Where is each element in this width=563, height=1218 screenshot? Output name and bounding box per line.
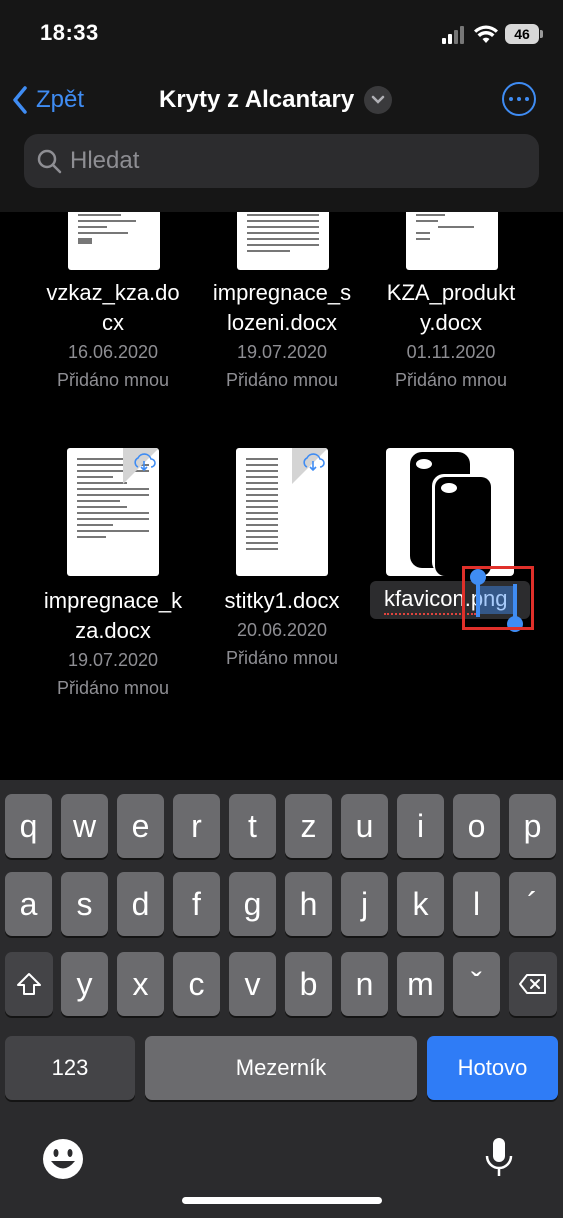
file-name: lozeni.docx — [226, 310, 338, 335]
shift-icon — [17, 973, 41, 995]
chevron-down-icon — [364, 86, 393, 114]
file-date: 16.06.2020 — [67, 342, 159, 362]
key-m[interactable]: m — [397, 952, 444, 1016]
file-name: cx — [102, 310, 124, 335]
search-input[interactable] — [70, 147, 490, 175]
file-name: impregnace_k — [43, 588, 183, 613]
home-indicator — [182, 1197, 382, 1204]
key-s[interactable]: s — [61, 872, 108, 936]
status-time: 18:33 — [40, 20, 99, 45]
file-owner: Přidáno mnou — [225, 370, 339, 390]
key-u[interactable]: u — [341, 794, 388, 858]
file-name: za.docx — [75, 618, 151, 643]
search-bar[interactable] — [24, 134, 539, 188]
search-icon — [37, 149, 62, 174]
file-owner: Přidáno mnou — [56, 370, 170, 390]
key-l[interactable]: l — [453, 872, 500, 936]
key-g[interactable]: g — [229, 872, 276, 936]
wifi-icon — [474, 25, 498, 43]
file-date: 20.06.2020 — [236, 620, 328, 640]
file-name: y.docx — [420, 310, 482, 335]
back-button[interactable]: Zpět — [12, 82, 84, 118]
key-c[interactable]: c — [173, 952, 220, 1016]
key-b[interactable]: b — [285, 952, 332, 1016]
file-date: 19.07.2020 — [67, 650, 159, 670]
file-name: impregnace_s — [212, 280, 352, 305]
file-date: 19.07.2020 — [236, 342, 328, 362]
key-j[interactable]: j — [341, 872, 388, 936]
battery-indicator: 46 — [505, 24, 543, 44]
key-v[interactable]: v — [229, 952, 276, 1016]
file-owner: Přidáno mnou — [225, 648, 339, 668]
file-item[interactable]: impregnace_k za.docx 19.07.2020 Přidáno … — [28, 586, 198, 702]
back-label: Zpět — [36, 86, 85, 113]
page-title: Kryty z Alcantary — [159, 86, 355, 113]
file-thumbnail[interactable] — [236, 448, 328, 576]
key-acute[interactable]: ´ — [509, 872, 556, 936]
key-o[interactable]: o — [453, 794, 500, 858]
header: 18:33 46 Zpět Kryty z Alcantary — [0, 0, 563, 212]
backspace-icon — [519, 974, 546, 994]
numbers-key[interactable]: 123 — [5, 1036, 135, 1100]
file-name: stitky1.docx — [224, 588, 340, 613]
cloud-download-icon — [303, 453, 325, 472]
microphone-icon[interactable] — [484, 1136, 514, 1180]
file-thumbnail[interactable] — [237, 212, 329, 270]
key-caron[interactable]: ˇ — [453, 952, 500, 1016]
key-q[interactable]: q — [5, 794, 52, 858]
phone-cases-image — [410, 452, 492, 576]
file-name: vzkaz_kza.do — [46, 280, 180, 305]
status-bar: 18:33 46 — [0, 0, 563, 70]
key-e[interactable]: e — [117, 794, 164, 858]
file-item[interactable]: impregnace_s lozeni.docx 19.07.2020 Přid… — [197, 278, 367, 394]
backspace-key[interactable] — [509, 952, 557, 1016]
key-d[interactable]: d — [117, 872, 164, 936]
file-owner: Přidáno mnou — [394, 370, 508, 390]
file-name: KZA_produkt — [386, 280, 516, 305]
file-thumbnail[interactable] — [406, 212, 498, 270]
file-owner: Přidáno mnou — [56, 678, 170, 698]
file-item[interactable]: KZA_produkt y.docx 01.11.2020 Přidáno mn… — [366, 278, 536, 394]
file-thumbnail[interactable] — [68, 212, 160, 270]
file-item[interactable]: vzkaz_kza.do cx 16.06.2020 Přidáno mnou — [28, 278, 198, 394]
more-options-button[interactable] — [502, 82, 536, 116]
file-item[interactable]: stitky1.docx 20.06.2020 Přidáno mnou — [197, 586, 367, 672]
space-key[interactable]: Mezerník — [145, 1036, 417, 1100]
key-r[interactable]: r — [173, 794, 220, 858]
key-t[interactable]: t — [229, 794, 276, 858]
shift-key[interactable] — [5, 952, 53, 1016]
key-k[interactable]: k — [397, 872, 444, 936]
highlight-callout-box — [462, 566, 534, 630]
key-n[interactable]: n — [341, 952, 388, 1016]
key-z[interactable]: z — [285, 794, 332, 858]
chevron-left-icon — [13, 86, 27, 114]
emoji-icon[interactable] — [42, 1138, 84, 1180]
ellipsis-icon — [509, 97, 513, 101]
nav-bar: Zpět Kryty z Alcantary — [0, 76, 563, 124]
key-h[interactable]: h — [285, 872, 332, 936]
file-thumbnail[interactable] — [67, 448, 159, 576]
file-date: 01.11.2020 — [406, 342, 496, 362]
key-f[interactable]: f — [173, 872, 220, 936]
key-p[interactable]: p — [509, 794, 556, 858]
cloud-download-icon — [134, 453, 156, 472]
key-i[interactable]: i — [397, 794, 444, 858]
image-thumbnail[interactable] — [386, 448, 514, 576]
key-x[interactable]: x — [117, 952, 164, 1016]
keyboard: q w e r t z u i o p a s d f g h j k l ´ … — [0, 780, 563, 1218]
done-key[interactable]: Hotovo — [427, 1036, 558, 1100]
folder-title-menu[interactable]: Kryty z Alcantary — [159, 82, 393, 118]
key-a[interactable]: a — [5, 872, 52, 936]
key-y[interactable]: y — [61, 952, 108, 1016]
key-w[interactable]: w — [61, 794, 108, 858]
cellular-signal-icon — [442, 26, 466, 44]
